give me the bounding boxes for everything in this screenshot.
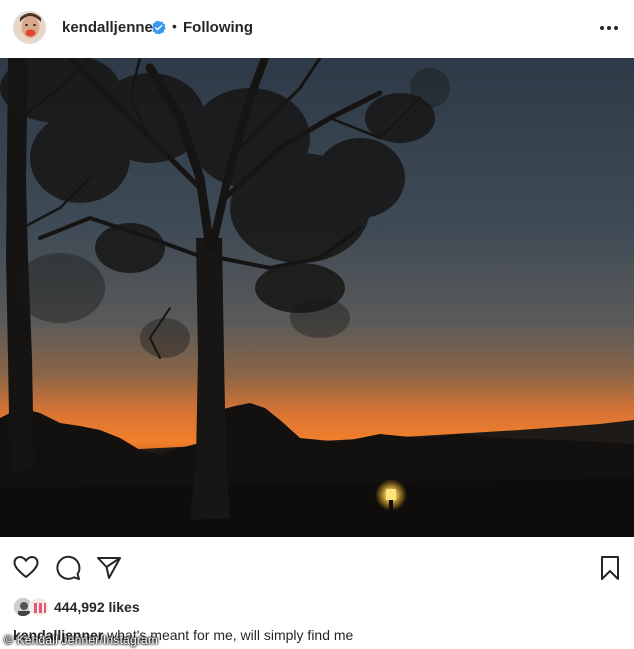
image-credit-watermark: © Kendall Jenner/Instagram [4, 633, 159, 647]
share-paper-plane-icon[interactable] [96, 555, 122, 581]
sunset-tree-photo [0, 58, 634, 537]
heart-icon[interactable] [13, 555, 39, 581]
following-button[interactable]: Following [183, 19, 253, 36]
more-options-icon[interactable] [598, 18, 620, 38]
header-username[interactable]: kendalljenner [62, 19, 159, 36]
post-actions-bar [0, 537, 634, 597]
liked-by-avatars[interactable] [13, 597, 51, 617]
likes-count[interactable]: 444,992 likes [54, 599, 140, 615]
separator-dot: • [172, 18, 177, 34]
post-image[interactable] [0, 58, 634, 537]
likes-row: 444,992 likes [0, 595, 634, 619]
profile-avatar[interactable] [13, 11, 46, 44]
verified-badge-icon [151, 20, 166, 35]
bookmark-icon[interactable] [597, 555, 623, 581]
post-header: kendalljenner • Following [0, 0, 634, 58]
liker-avatar [29, 597, 49, 617]
comment-icon[interactable] [55, 555, 81, 581]
